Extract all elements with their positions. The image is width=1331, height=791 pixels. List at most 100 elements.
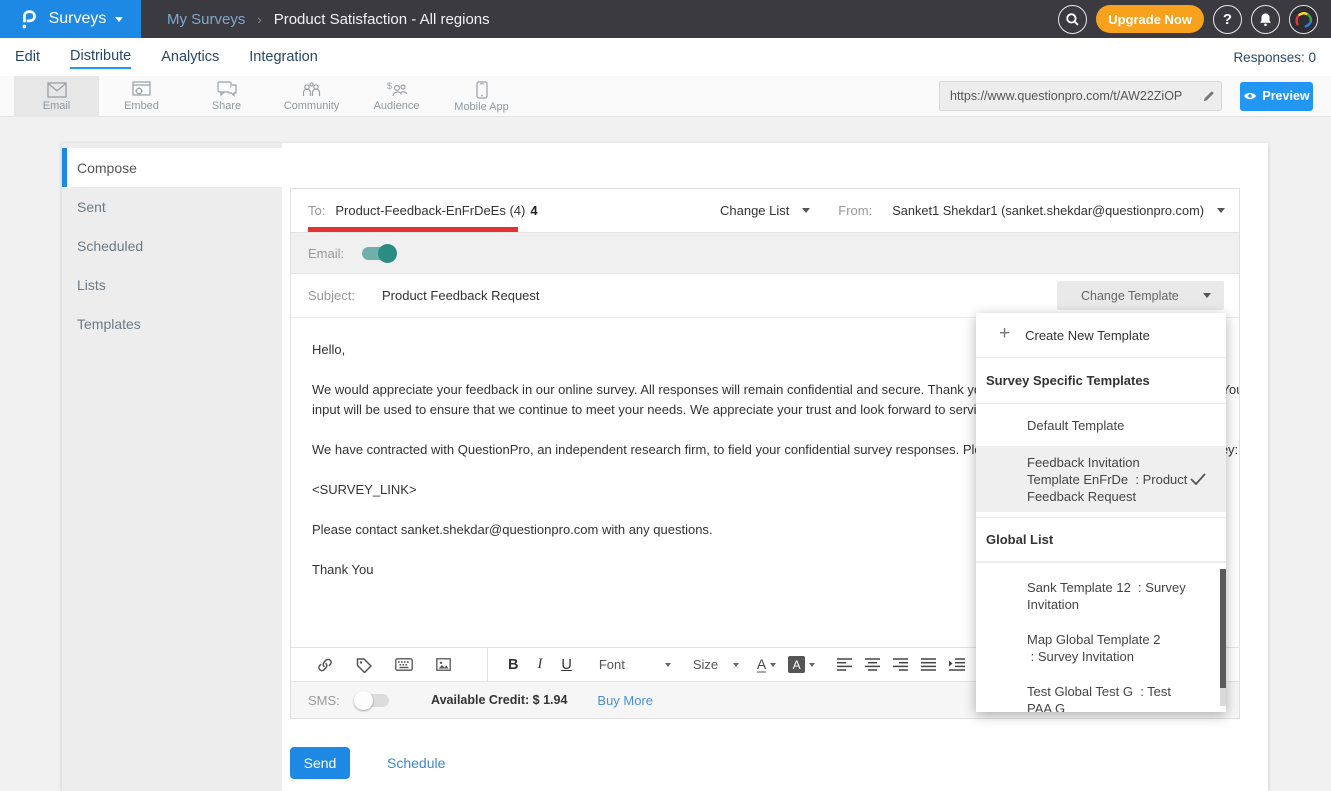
menu-item-test-global[interactable]: Test Global Test G : Test PAA G [976, 683, 1226, 712]
chevron-down-icon [1203, 293, 1211, 298]
avatar-logo [1290, 5, 1317, 34]
email-distribute-card: Compose Sent Scheduled Lists Templates T… [62, 143, 1268, 791]
survey-url-input[interactable] [940, 89, 1195, 103]
toolbar-insert-group [291, 648, 487, 681]
search-button[interactable] [1058, 5, 1087, 34]
change-list-label: Change List [720, 203, 789, 218]
tab-distribute[interactable]: Distribute [70, 45, 131, 69]
account-avatar[interactable] [1289, 5, 1318, 34]
chevron-down-icon [665, 663, 671, 667]
channel-list: Email Embed Share Community $ Audience M… [14, 76, 524, 117]
menu-item-default-template[interactable]: Default Template [976, 404, 1226, 446]
sidebar-item-templates[interactable]: Templates [62, 304, 282, 343]
product-switcher[interactable]: Surveys [0, 0, 141, 38]
survey-url-box [939, 81, 1222, 111]
chevron-down-icon [733, 663, 739, 667]
email-toggle[interactable] [362, 247, 395, 260]
keyboard-icon[interactable] [395, 658, 413, 671]
subject-label: Subject: [308, 288, 355, 303]
channel-community[interactable]: Community [269, 76, 354, 117]
toggle-knob [378, 244, 397, 263]
product-name: Surveys [49, 10, 107, 28]
sidebar-item-scheduled[interactable]: Scheduled [62, 226, 282, 265]
embed-icon [132, 81, 151, 98]
audience-icon: $ [386, 81, 408, 98]
create-new-template-item[interactable]: + Create New Template [976, 313, 1226, 358]
link-icon[interactable] [317, 657, 333, 673]
size-select-label: Size [693, 657, 718, 672]
menu-scrollbar-track [1220, 688, 1226, 706]
text-color-button[interactable]: A [757, 657, 766, 673]
channel-share[interactable]: Share [184, 76, 269, 117]
tab-edit[interactable]: Edit [15, 46, 40, 68]
schedule-link[interactable]: Schedule [387, 755, 445, 771]
to-recipient-count: 4 [530, 203, 537, 218]
channel-mobile-app[interactable]: Mobile App [439, 76, 524, 117]
buy-more-link[interactable]: Buy More [597, 693, 653, 708]
from-label: From: [838, 203, 872, 218]
email-label: Email: [308, 246, 344, 261]
email-toggle-row: Email: [291, 232, 1239, 274]
alignment-group [837, 658, 965, 671]
channel-bar-right: Preview [939, 81, 1313, 111]
sidebar-item-compose[interactable]: Compose [62, 148, 282, 187]
channel-label: Mobile App [454, 101, 508, 113]
survey-tab-bar: Edit Distribute Analytics Integration Re… [0, 38, 1331, 76]
menu-section-survey-specific: Survey Specific Templates [976, 358, 1226, 404]
align-center-icon[interactable] [865, 658, 880, 671]
mobile-app-icon [476, 81, 488, 99]
highlight-color-button[interactable]: A [788, 656, 805, 673]
create-new-template-label: Create New Template [1025, 328, 1150, 343]
channel-label: Embed [124, 100, 159, 112]
search-icon [1065, 12, 1080, 27]
breadcrumb-my-surveys[interactable]: My Surveys [167, 11, 245, 28]
questionpro-logo-icon [18, 8, 40, 30]
sidebar-item-sent[interactable]: Sent [62, 187, 282, 226]
sms-toggle[interactable] [356, 694, 389, 707]
change-list-dropdown[interactable]: Change List [720, 189, 810, 232]
font-select-label: Font [599, 657, 625, 672]
subject-value[interactable]: Product Feedback Request [382, 288, 540, 303]
send-button[interactable]: Send [290, 747, 350, 779]
tag-icon[interactable] [356, 657, 372, 673]
to-list-name[interactable]: Product-Feedback-EnFrDeEs (4) [335, 203, 525, 218]
underline-button[interactable]: U [561, 657, 571, 673]
breadcrumb: My Surveys › Product Satisfaction - All … [167, 11, 490, 28]
responses-count[interactable]: Responses: 0 [1233, 50, 1316, 65]
align-right-icon[interactable] [893, 658, 908, 671]
channel-email[interactable]: Email [14, 76, 99, 117]
upgrade-now-button[interactable]: Upgrade Now [1096, 5, 1204, 33]
sidebar-item-lists[interactable]: Lists [62, 265, 282, 304]
tab-analytics[interactable]: Analytics [161, 46, 219, 68]
menu-item-feedback-invitation[interactable]: Feedback Invitation Template EnFrDe : Pr… [976, 446, 1226, 512]
edit-url-button[interactable] [1195, 82, 1221, 110]
email-sidebar: Compose Sent Scheduled Lists Templates [62, 143, 282, 791]
from-dropdown[interactable]: From: Sanket1 Shekdar1 (sanket.shekdar@q… [838, 189, 1225, 232]
menu-scrollbar-thumb[interactable] [1220, 569, 1226, 688]
menu-item-map-global-template[interactable]: Map Global Template 2 : Survey Invitatio… [976, 631, 1226, 665]
bold-button[interactable]: B [508, 657, 518, 673]
preview-button[interactable]: Preview [1240, 82, 1313, 111]
menu-scroll-area: Sank Template 12 : Survey Invitation Map… [976, 562, 1226, 712]
align-justify-icon[interactable] [921, 658, 936, 671]
notifications-button[interactable] [1251, 5, 1280, 34]
indent-icon[interactable] [949, 658, 965, 671]
menu-item-sank-template[interactable]: Sank Template 12 : Survey Invitation [976, 579, 1226, 613]
menu-item-label: Feedback Invitation Template EnFrDe : Pr… [1027, 454, 1192, 505]
change-template-label: Change Template [1081, 289, 1179, 303]
channel-audience[interactable]: $ Audience [354, 76, 439, 117]
align-left-icon[interactable] [837, 658, 852, 671]
font-select[interactable]: Font [599, 657, 671, 672]
image-icon[interactable] [436, 658, 451, 671]
available-credit: Available Credit: $ 1.94 [431, 693, 567, 707]
help-button[interactable]: ? [1213, 5, 1242, 34]
page-title: Product Satisfaction - All regions [274, 11, 490, 28]
topbar-actions: Upgrade Now ? [1058, 5, 1318, 34]
italic-button[interactable]: I [537, 656, 542, 673]
channel-embed[interactable]: Embed [99, 76, 184, 117]
check-icon [1190, 473, 1206, 485]
tab-integration[interactable]: Integration [249, 46, 318, 68]
change-template-button[interactable]: Change Template [1057, 281, 1224, 310]
pencil-icon [1202, 90, 1215, 103]
size-select[interactable]: Size [693, 657, 739, 672]
